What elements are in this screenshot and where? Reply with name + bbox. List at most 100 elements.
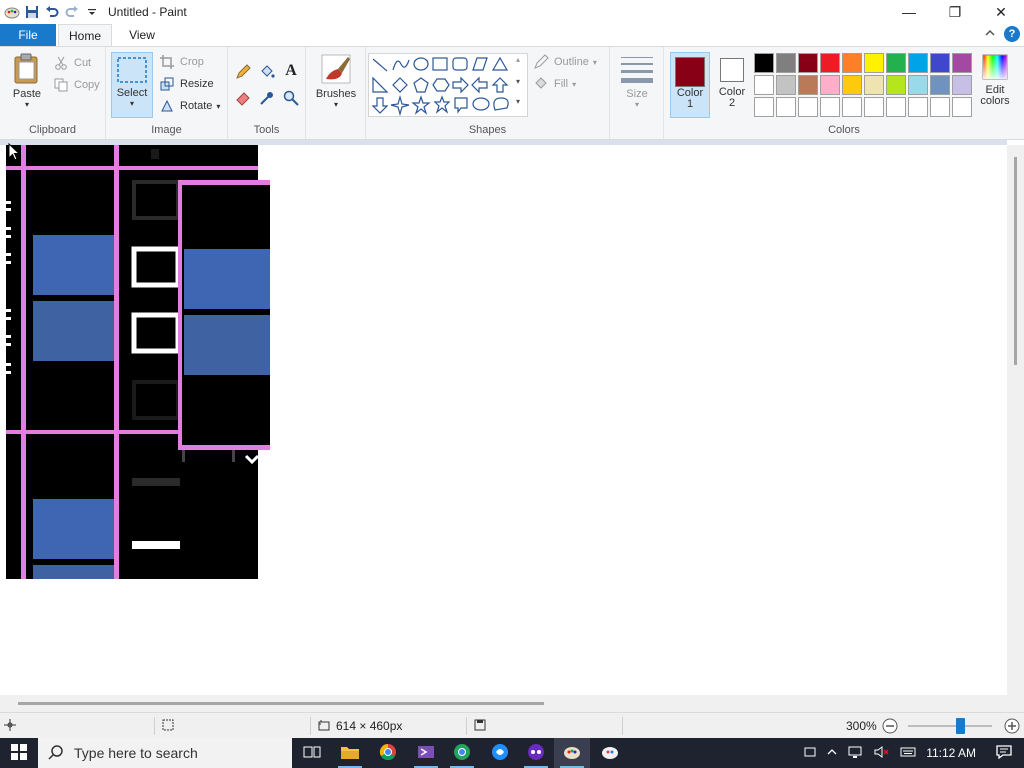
copy-button[interactable]: Copy <box>52 75 100 95</box>
palette-swatch[interactable] <box>754 75 774 95</box>
shapes-scroll-up-icon[interactable]: ▴ <box>516 55 520 64</box>
shapes-gallery-icons[interactable] <box>369 54 527 117</box>
collapse-ribbon-icon[interactable] <box>984 27 996 41</box>
magnifier-icon[interactable] <box>282 89 300 107</box>
palette-swatch[interactable] <box>754 97 774 117</box>
pencil-icon[interactable] <box>234 63 252 81</box>
taskbar-chrome-2[interactable] <box>444 738 480 768</box>
resize-button[interactable]: Resize <box>158 74 214 94</box>
chrome-icon <box>379 743 397 764</box>
zoom-out-icon[interactable] <box>882 717 898 735</box>
taskbar-chrome[interactable] <box>370 738 406 768</box>
close-button[interactable]: ✕ <box>978 0 1024 24</box>
tab-file[interactable]: File <box>0 24 56 46</box>
palette-swatch[interactable] <box>864 75 884 95</box>
palette-swatch[interactable] <box>754 53 774 73</box>
palette-swatch[interactable] <box>930 75 950 95</box>
task-view-button[interactable] <box>294 738 330 768</box>
keyboard-icon[interactable] <box>900 746 916 761</box>
palette-swatch[interactable] <box>952 53 972 73</box>
customize-toolbar-icon[interactable] <box>84 4 100 20</box>
palette-swatch[interactable] <box>886 53 906 73</box>
palette-swatch[interactable] <box>776 75 796 95</box>
fill-bucket-icon[interactable] <box>258 63 276 81</box>
selection-size <box>162 717 174 735</box>
taskbar-app-paint3d[interactable] <box>592 738 628 768</box>
tab-home[interactable]: Home <box>58 24 112 47</box>
clock-time[interactable]: 11:12 AM <box>926 746 976 760</box>
palette-swatch[interactable] <box>798 97 818 117</box>
eraser-icon[interactable] <box>234 89 252 107</box>
palette-swatch[interactable] <box>820 53 840 73</box>
palette-swatch[interactable] <box>820 97 840 117</box>
fill-button[interactable]: Fill ▾ <box>532 74 576 94</box>
help-icon[interactable]: ? <box>1004 26 1020 42</box>
palette-swatch[interactable] <box>798 53 818 73</box>
brushes-button[interactable]: Brushes ▾ <box>314 53 358 109</box>
color1-button[interactable]: Color 1 <box>670 52 710 118</box>
taskbar-app-blue[interactable] <box>482 738 518 768</box>
horizontal-scrollbar[interactable] <box>0 695 1024 712</box>
palette-swatch[interactable] <box>776 97 796 117</box>
crop-button[interactable]: Crop <box>158 52 204 72</box>
taskbar-paint[interactable] <box>554 738 590 768</box>
palette-swatch[interactable] <box>864 53 884 73</box>
palette-swatch[interactable] <box>930 53 950 73</box>
select-button[interactable]: Select ▾ <box>111 52 153 118</box>
palette-swatch[interactable] <box>886 97 906 117</box>
redo-icon[interactable] <box>64 4 80 20</box>
outline-button[interactable]: Outline ▾ <box>532 52 597 72</box>
taskbar-search-box[interactable]: Type here to search <box>38 738 292 768</box>
paste-button[interactable]: Paste ▾ <box>8 53 46 109</box>
palette-swatch[interactable] <box>886 75 906 95</box>
shapes-scroll-down-icon[interactable]: ▾ <box>516 77 520 86</box>
taskbar-app-mask[interactable] <box>518 738 554 768</box>
canvas-workspace[interactable] <box>0 142 1007 695</box>
maximize-button[interactable]: ❐ <box>932 0 978 24</box>
paint-app-icon[interactable] <box>4 4 20 20</box>
palette-swatch[interactable] <box>908 97 928 117</box>
zoom-slider-track[interactable] <box>908 725 992 727</box>
palette-swatch[interactable] <box>908 53 928 73</box>
crosshair-icon <box>4 718 16 734</box>
tab-view[interactable]: View <box>116 24 168 46</box>
palette-swatch[interactable] <box>842 75 862 95</box>
taskbar-file-explorer[interactable] <box>332 738 368 768</box>
volume-muted-icon[interactable] <box>874 745 890 762</box>
minimize-button[interactable]: — <box>886 0 932 24</box>
notifications-icon[interactable] <box>996 744 1012 762</box>
zoom-slider-thumb[interactable] <box>956 718 965 734</box>
horizontal-scroll-thumb[interactable] <box>18 702 544 705</box>
zoom-in-icon[interactable] <box>1004 717 1020 735</box>
vertical-scrollbar[interactable] <box>1007 145 1024 695</box>
palette-swatch[interactable] <box>798 75 818 95</box>
palette-swatch[interactable] <box>842 53 862 73</box>
network-icon[interactable] <box>848 745 864 762</box>
start-button[interactable] <box>0 738 38 768</box>
size-button[interactable]: Size ▾ <box>618 55 656 109</box>
palette-swatch[interactable] <box>908 75 928 95</box>
undo-icon[interactable] <box>44 4 60 20</box>
cut-label: Cut <box>74 57 92 69</box>
rotate-button[interactable]: Rotate ▾ <box>158 96 220 116</box>
text-tool-icon[interactable]: A <box>282 62 300 80</box>
cut-button[interactable]: Cut <box>52 53 91 73</box>
palette-swatch[interactable] <box>842 97 862 117</box>
shapes-expand-icon[interactable]: ▾ <box>516 97 520 106</box>
palette-swatch[interactable] <box>952 97 972 117</box>
drawing-canvas[interactable] <box>6 145 270 579</box>
palette-swatch[interactable] <box>776 53 796 73</box>
tray-app-icon[interactable] <box>804 746 816 761</box>
palette-swatch[interactable] <box>930 97 950 117</box>
palette-swatch[interactable] <box>952 75 972 95</box>
palette-swatch[interactable] <box>820 75 840 95</box>
palette-swatch[interactable] <box>864 97 884 117</box>
save-icon[interactable] <box>24 4 40 20</box>
color-picker-icon[interactable] <box>258 89 276 107</box>
edit-colors-button[interactable]: Edit colors <box>976 53 1014 107</box>
color2-button[interactable]: Color 2 <box>712 56 752 109</box>
taskbar-app-purple[interactable] <box>408 738 444 768</box>
vertical-scroll-thumb[interactable] <box>1014 157 1017 365</box>
chevron-up-icon[interactable] <box>826 746 838 760</box>
search-placeholder: Type here to search <box>74 745 198 761</box>
